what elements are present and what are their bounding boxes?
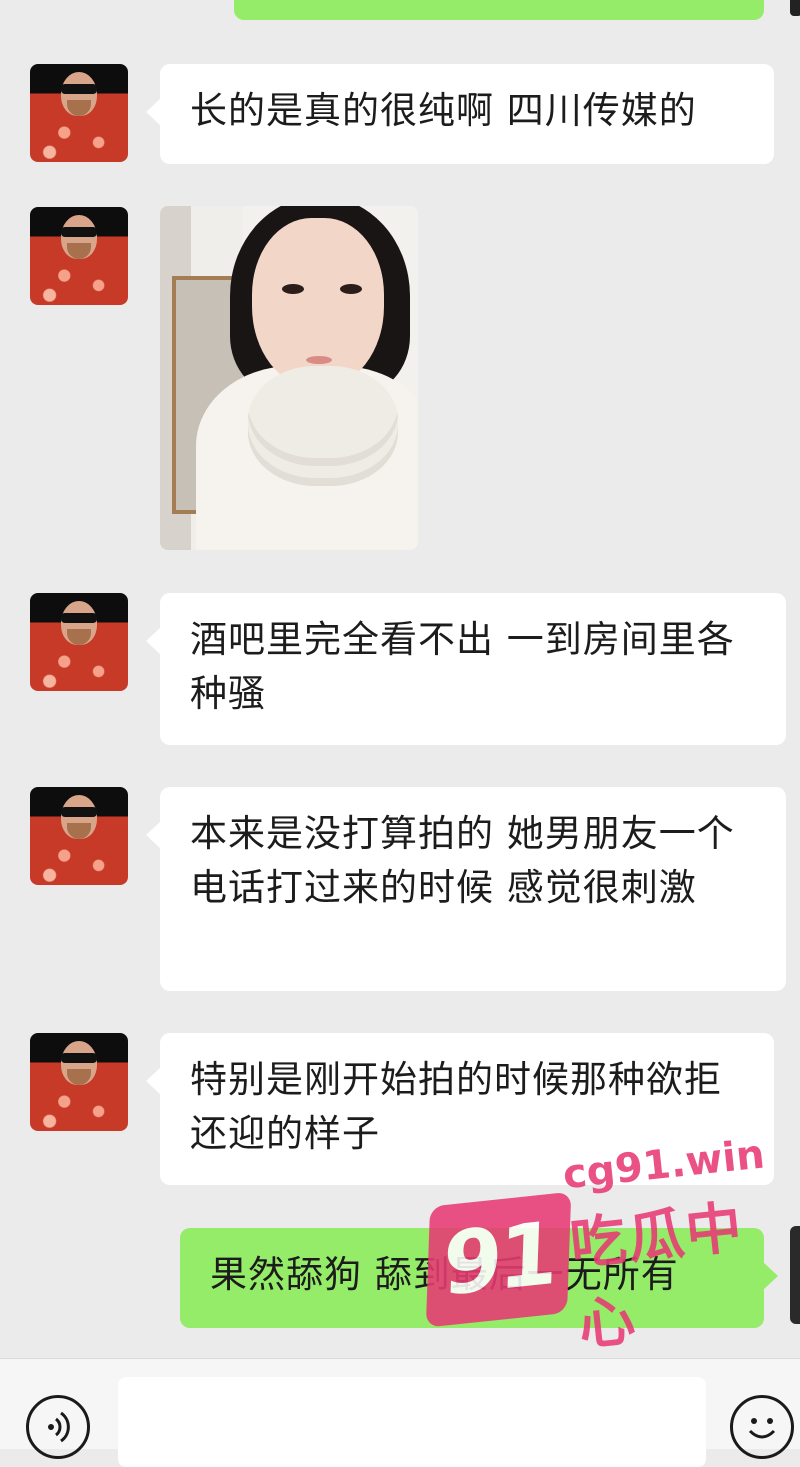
contact-avatar[interactable] <box>30 1033 128 1131</box>
contact-avatar[interactable] <box>30 64 128 162</box>
message-text: 酒吧里完全看不出 一到房间里各种骚 <box>190 618 735 715</box>
voice-icon <box>48 1411 70 1443</box>
message-text: 本来是没打算拍的 她男朋友一个电话打过来的时候 感觉很刺激 <box>190 812 735 909</box>
outgoing-message-bubble[interactable]: 果然舔狗 舔到最后一无所有 <box>180 1228 778 1328</box>
contact-avatar[interactable] <box>30 593 128 691</box>
contact-avatar[interactable] <box>30 787 128 885</box>
message-bubble[interactable]: 特别是刚开始拍的时候那种欲拒还迎的样子 <box>146 1033 774 1185</box>
message-image[interactable] <box>160 206 418 550</box>
chat-message-list[interactable]: 长的是真的很纯啊 四川传媒的 酒吧里完全看不出 一到房间里各种骚 本来是没打算拍… <box>0 0 800 1358</box>
message-text: 果然舔狗 舔到最后一无所有 <box>210 1253 679 1296</box>
voice-input-button[interactable] <box>26 1395 90 1459</box>
message-bubble[interactable]: 长的是真的很纯啊 四川传媒的 <box>146 64 774 164</box>
contact-avatar[interactable] <box>30 207 128 305</box>
self-avatar-fragment[interactable] <box>790 0 800 16</box>
message-text: 特别是刚开始拍的时候那种欲拒还迎的样子 <box>190 1058 722 1155</box>
message-bubble[interactable]: 酒吧里完全看不出 一到房间里各种骚 <box>146 593 786 745</box>
emoji-button[interactable] <box>730 1395 794 1459</box>
message-input[interactable] <box>118 1377 706 1467</box>
message-bubble[interactable]: 本来是没打算拍的 她男朋友一个电话打过来的时候 感觉很刺激 <box>146 787 786 991</box>
chat-input-bar <box>0 1358 800 1467</box>
message-text: 长的是真的很纯啊 四川传媒的 <box>190 89 697 132</box>
self-avatar-fragment[interactable] <box>790 1226 800 1324</box>
previous-outgoing-bubble[interactable] <box>234 0 764 20</box>
emoji-icon <box>748 1418 776 1439</box>
